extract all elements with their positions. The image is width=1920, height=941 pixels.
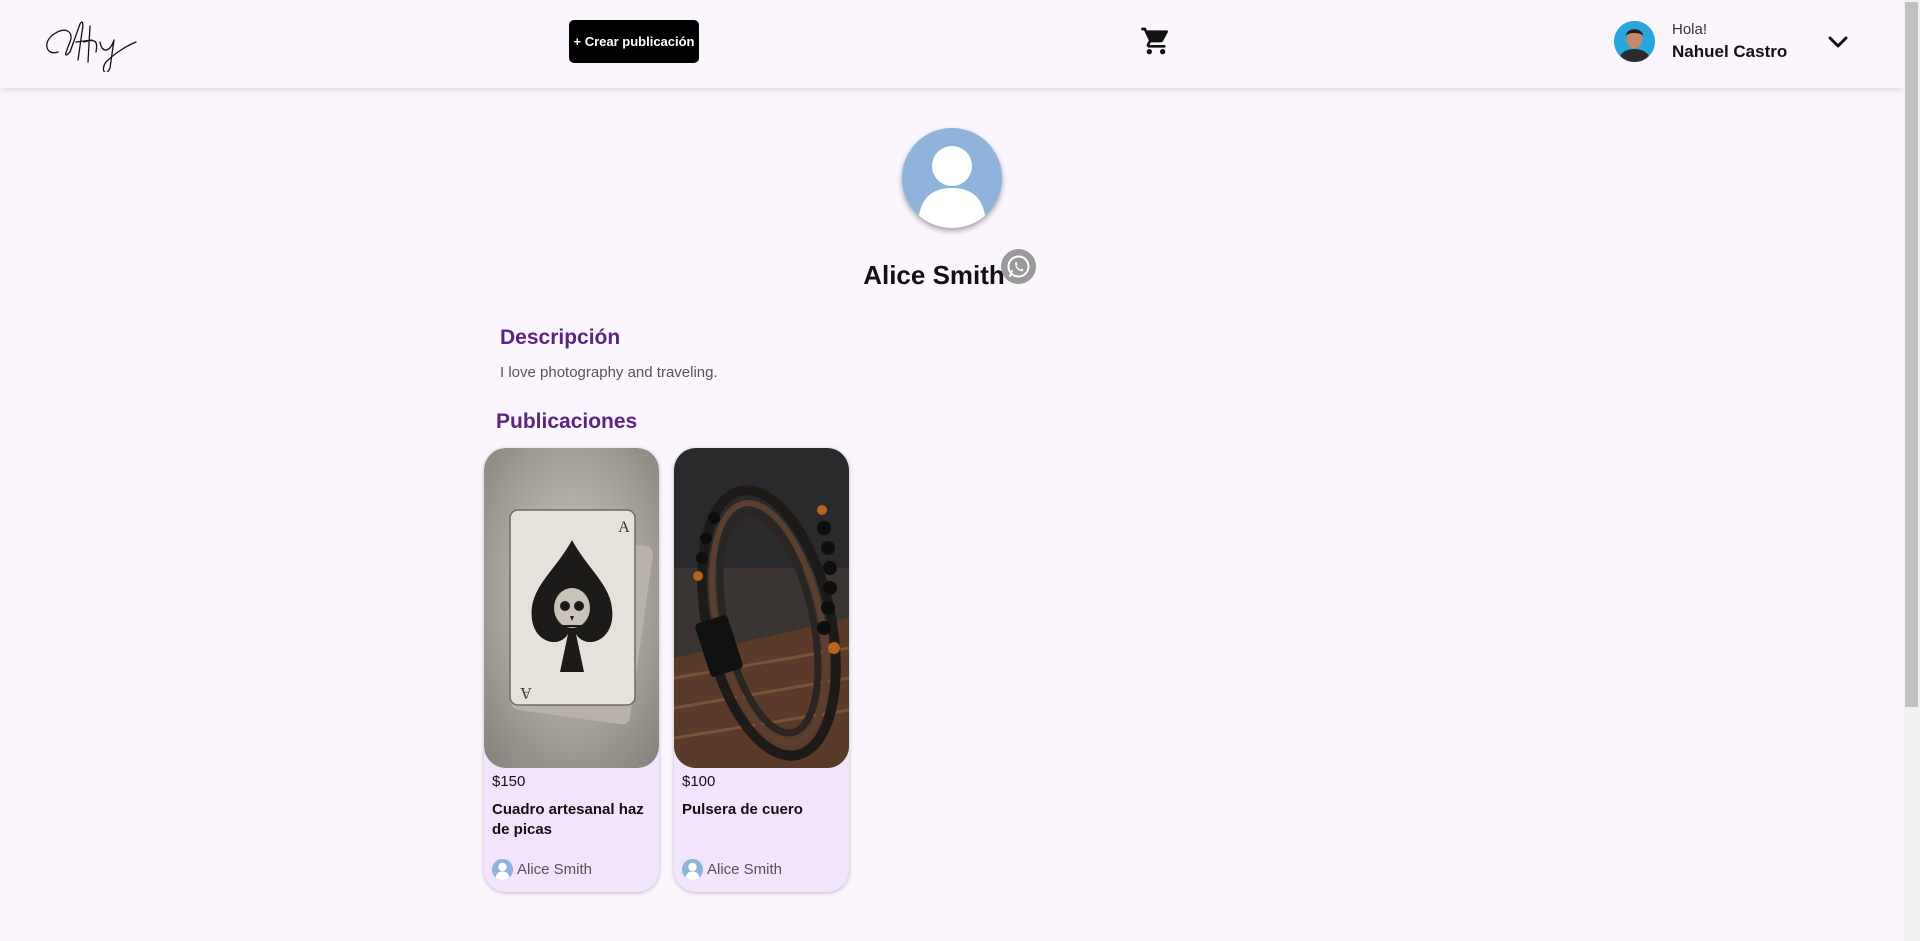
publication-title: Cuadro artesanal haz de picas xyxy=(492,801,644,838)
publications-heading: Publicaciones xyxy=(496,410,638,433)
user-menu[interactable]: Hola! Nahuel Castro xyxy=(1614,20,1854,64)
artfy-logo[interactable] xyxy=(40,12,140,72)
scrollbar-thumb[interactable] xyxy=(1905,2,1918,707)
top-navbar: + Crear publicación Hola! Nahuel Castro xyxy=(0,0,1904,88)
profile-name: Alice Smith xyxy=(0,260,1904,291)
seller-name: Alice Smith xyxy=(707,861,783,878)
seller-avatar xyxy=(492,859,513,880)
whatsapp-icon[interactable] xyxy=(1001,249,1036,284)
profile-name-text: Alice Smith xyxy=(863,260,1005,290)
description-heading: Descripción xyxy=(500,326,621,349)
svg-text:A: A xyxy=(520,684,532,701)
description-text: I love photography and traveling. xyxy=(500,364,718,381)
create-publication-button[interactable]: + Crear publicación xyxy=(569,20,699,63)
user-name: Nahuel Castro xyxy=(1672,42,1788,61)
svg-text:A: A xyxy=(618,519,630,536)
publication-card[interactable]: A A $150 Cuadro artesanal haz de picas A… xyxy=(484,448,659,892)
greeting-text: Hola! xyxy=(1672,21,1708,38)
publication-image: A A xyxy=(484,448,659,768)
seller-avatar xyxy=(682,859,703,880)
publication-price: $100 xyxy=(682,773,716,790)
seller-name: Alice Smith xyxy=(517,861,593,878)
user-avatar xyxy=(1614,21,1655,62)
publication-title: Pulsera de cuero xyxy=(682,801,803,818)
profile-avatar xyxy=(902,128,1002,228)
cart-icon[interactable] xyxy=(1140,25,1172,57)
publication-image xyxy=(674,448,849,768)
publication-price: $150 xyxy=(492,773,526,790)
publication-card[interactable]: $100 Pulsera de cuero Alice Smith xyxy=(674,448,849,892)
chevron-down-icon[interactable] xyxy=(1826,30,1850,54)
